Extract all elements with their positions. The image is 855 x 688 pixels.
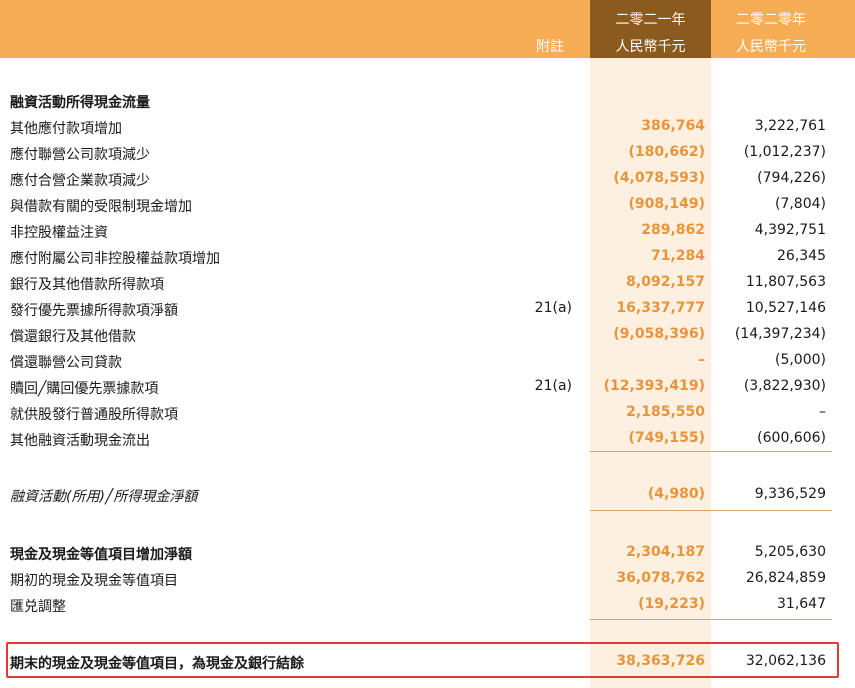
row-prior-value: 10,527,146: [745, 300, 826, 316]
row-current-value: 71,284: [650, 248, 705, 264]
summary-label: 期初的現金及現金等值項目: [10, 573, 178, 589]
table-row: 其他應付款項增加 386,764 3,222,761: [0, 115, 855, 141]
row-prior-value: (7,804): [774, 196, 826, 212]
table-row: 銀行及其他借款所得款項 8,092,157 11,807,563: [0, 271, 855, 297]
row-label: 銀行及其他借款所得款項: [10, 277, 164, 293]
prior-unit-label: 人民幣千元: [736, 39, 806, 55]
table-row: 就供股發行普通股所得款項 2,185,550 –: [0, 401, 855, 427]
row-prior-value: (1,012,237): [743, 144, 826, 160]
row-prior-value: –: [819, 404, 826, 420]
row-prior-value: 4,392,751: [754, 222, 826, 238]
table-row: 其他融資活動現金流出 (749,155) (600,606): [0, 427, 855, 453]
net-financing-label: 融資活動(所用)╱所得現金淨額: [10, 489, 198, 505]
note-column-label: 附註: [536, 39, 564, 55]
section-heading-row: 融資活動所得現金流量: [0, 89, 855, 115]
net-financing-current: (4,980): [647, 486, 705, 502]
row-current-value: –: [698, 352, 705, 368]
table-row: 應付附屬公司非控股權益款項增加 71,284 26,345: [0, 245, 855, 271]
table-row: 非控股權益注資 289,862 4,392,751: [0, 219, 855, 245]
summary-row: 匯兑調整 (19,223) 31,647: [0, 593, 855, 619]
summary-label: 匯兑調整: [10, 599, 66, 615]
current-year-label: 二零二一年: [615, 12, 686, 28]
row-prior-value: (600,606): [757, 430, 826, 446]
final-row-highlight: [6, 642, 839, 678]
summary-label: 現金及現金等值項目增加淨額: [10, 547, 192, 563]
table-row: 償還銀行及其他借款 (9,058,396) (14,397,234): [0, 323, 855, 349]
net-financing-row: 融資活動(所用)╱所得現金淨額 (4,980) 9,336,529: [0, 483, 855, 509]
table-row: 償還聯營公司貸款 – (5,000): [0, 349, 855, 375]
current-unit-label: 人民幣千元: [615, 39, 686, 55]
summary-current: 36,078,762: [616, 570, 705, 586]
summary-current: (19,223): [638, 596, 705, 612]
row-prior-value: 3,222,761: [754, 118, 826, 134]
summary-current: 2,304,187: [626, 544, 705, 560]
row-current-value: (4,078,593): [613, 170, 705, 186]
summary-row: 期初的現金及現金等值項目 36,078,762 26,824,859: [0, 567, 855, 593]
section-title: 融資活動所得現金流量: [10, 95, 150, 111]
row-prior-value: (5,000): [774, 352, 826, 368]
current-year-header: 二零二一年 人民幣千元: [590, 0, 711, 58]
row-label: 應付聯營公司款項減少: [10, 147, 150, 163]
summary-row: 現金及現金等值項目增加淨額 2,304,187 5,205,630: [0, 541, 855, 567]
row-label: 應付合營企業款項減少: [10, 173, 150, 189]
row-current-value: (749,155): [628, 430, 705, 446]
row-current-value: 16,337,777: [616, 300, 705, 316]
total-rule: [590, 510, 832, 511]
row-current-value: (12,393,419): [603, 378, 705, 394]
prior-year-label: 二零二零年: [736, 12, 806, 28]
row-prior-value: 11,807,563: [745, 274, 826, 290]
row-label: 償還銀行及其他借款: [10, 329, 136, 345]
table-row: 贖回╱購回優先票據款項 21(a) (12,393,419) (3,822,93…: [0, 375, 855, 401]
row-label: 償還聯營公司貸款: [10, 355, 122, 371]
table-row: 發行優先票據所得款項淨額 21(a) 16,337,777 10,527,146: [0, 297, 855, 323]
summary-prior: 31,647: [777, 596, 826, 612]
row-current-value: 289,862: [641, 222, 705, 238]
table-row: 應付合營企業款項減少 (4,078,593) (794,226): [0, 167, 855, 193]
net-financing-prior: 9,336,529: [754, 486, 826, 502]
row-label: 非控股權益注資: [10, 225, 108, 241]
row-label: 其他融資活動現金流出: [10, 433, 150, 449]
row-label: 其他應付款項增加: [10, 121, 122, 137]
subtotal-rule: [590, 451, 832, 452]
row-current-value: (908,149): [628, 196, 705, 212]
row-label: 就供股發行普通股所得款項: [10, 407, 178, 423]
final-rule: [590, 619, 832, 620]
row-current-value: (9,058,396): [613, 326, 705, 342]
row-prior-value: (794,226): [757, 170, 826, 186]
row-prior-value: (14,397,234): [734, 326, 826, 342]
row-label: 應付附屬公司非控股權益款項增加: [10, 251, 220, 267]
row-label: 發行優先票據所得款項淨額: [10, 303, 178, 319]
row-label: 贖回╱購回優先票據款項: [10, 381, 159, 397]
summary-prior: 26,824,859: [745, 570, 826, 586]
row-prior-value: (3,822,930): [743, 378, 826, 394]
table-row: 與借款有關的受限制現金增加 (908,149) (7,804): [0, 193, 855, 219]
row-current-value: 2,185,550: [626, 404, 705, 420]
row-label: 與借款有關的受限制現金增加: [10, 199, 192, 215]
table-row: 應付聯營公司款項減少 (180,662) (1,012,237): [0, 141, 855, 167]
row-note: 21(a): [534, 378, 572, 394]
row-current-value: 8,092,157: [626, 274, 705, 290]
row-note: 21(a): [534, 300, 572, 316]
summary-prior: 5,205,630: [754, 544, 826, 560]
row-current-value: 386,764: [641, 118, 705, 134]
row-prior-value: 26,345: [777, 248, 826, 264]
row-current-value: (180,662): [628, 144, 705, 160]
